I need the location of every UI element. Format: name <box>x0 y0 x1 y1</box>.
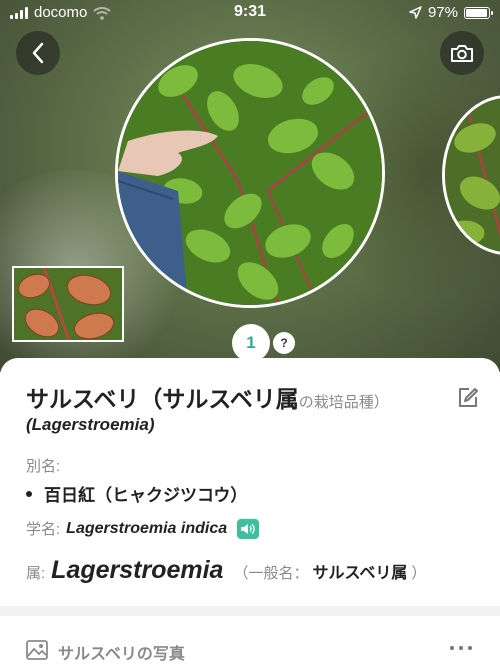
scientific-label: 学名: <box>26 521 61 538</box>
back-button[interactable] <box>16 31 60 75</box>
genus-common-open: （一般名： <box>233 565 309 582</box>
location-arrow-icon <box>409 6 422 19</box>
plant-name: サルスベリ <box>26 386 140 412</box>
battery-percent: 97% <box>427 4 458 21</box>
genus-label: 属: <box>26 565 46 582</box>
plant-photo-image <box>14 268 122 340</box>
genus-row: 属: Lagerstroemia （一般名： サルスベリ属 ） <box>26 556 426 585</box>
scientific-name: Lagerstroemia indica <box>66 519 228 537</box>
plant-genus-prefix: （サルスベリ属 <box>139 386 299 412</box>
speaker-icon <box>241 523 255 534</box>
camera-icon <box>451 45 473 62</box>
edit-icon <box>459 388 478 407</box>
alias-value: 百日紅（ヒャクジツコウ） <box>44 486 248 505</box>
photos-section: サルスベリの写真 <box>0 616 500 667</box>
more-dot-icon <box>459 646 463 650</box>
genus-common-close: ） <box>411 565 427 582</box>
plant-info-card: サルスベリ（サルスベリ属の栽培品種） (Lagerstroemia) 別名: 百… <box>0 358 500 606</box>
photo-carousel: docomo 9:31 97% 1 ? <box>0 0 500 372</box>
main-plant-photo[interactable] <box>115 38 385 308</box>
pronunciation-button[interactable] <box>237 518 260 539</box>
plant-photo-image <box>118 41 382 305</box>
photos-section-title: サルスベリの写真 <box>58 646 185 663</box>
genus-common-name: サルスベリ属 <box>312 565 408 582</box>
status-bar: docomo 9:31 97% <box>0 0 500 26</box>
chevron-left-icon <box>32 42 44 64</box>
photo-thumbnail[interactable] <box>12 266 124 342</box>
camera-button[interactable] <box>440 31 484 75</box>
more-options-button[interactable] <box>450 646 472 650</box>
scientific-name-row: 学名: Lagerstroemia indica <box>26 518 260 539</box>
image-icon <box>26 640 48 660</box>
alias-label: 別名: <box>26 458 61 475</box>
bullet-icon <box>26 490 32 497</box>
photo-index-badge[interactable]: 1 <box>232 324 270 362</box>
battery-icon <box>464 6 493 19</box>
more-dot-icon <box>468 646 472 650</box>
edit-button[interactable] <box>456 386 480 410</box>
genus-name[interactable]: Lagerstroemia <box>51 556 223 585</box>
plant-title: サルスベリ（サルスベリ属の栽培品種） <box>26 380 440 414</box>
more-dot-icon <box>450 646 454 650</box>
latin-genus: (Lagerstroemia) <box>26 415 155 434</box>
plant-cultivar-suffix: の栽培品種） <box>298 394 389 411</box>
help-badge[interactable]: ? <box>273 332 295 354</box>
alias-list-item: 百日紅（ヒャクジツコウ） <box>26 481 247 506</box>
